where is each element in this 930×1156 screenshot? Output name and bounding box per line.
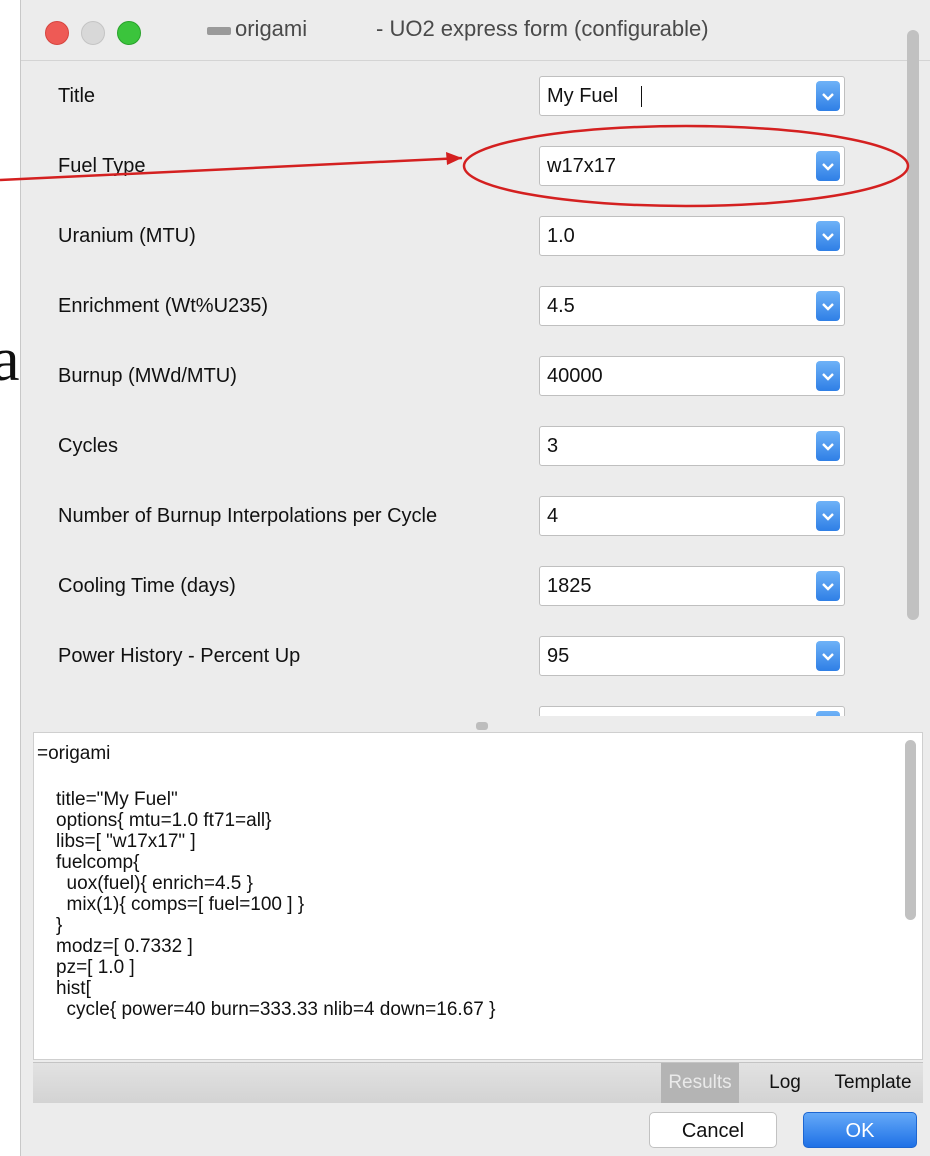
annotation-highlight-ellipse	[462, 124, 910, 208]
annotation-arrow-line	[0, 156, 463, 182]
arrowhead-icon	[446, 152, 462, 165]
annotation-overlay	[0, 124, 910, 208]
